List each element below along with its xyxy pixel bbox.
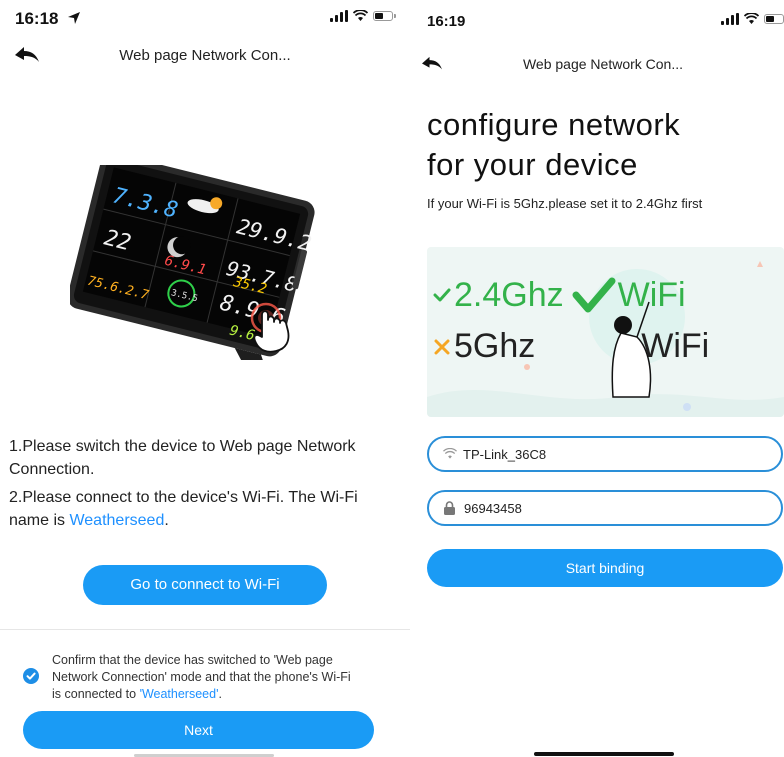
- confirm-ssid: 'Weatherseed': [139, 687, 219, 701]
- location-arrow-icon: [68, 12, 80, 24]
- battery-icon: [373, 11, 396, 21]
- status-indicators: [330, 10, 396, 22]
- wifi-ssid-field[interactable]: TP-Link_36C8: [427, 436, 783, 472]
- band-row-2-4ghz: 2.4Ghz WiFi: [433, 275, 686, 315]
- wifi-ssid-value: TP-Link_36C8: [463, 446, 547, 462]
- instruction-step-2-suffix: .: [164, 512, 169, 529]
- confirm-text-suffix: .: [218, 687, 222, 701]
- checkmark-icon: [26, 672, 36, 680]
- instruction-step-2-text: 2.Please connect to the device's Wi-Fi. …: [9, 489, 358, 529]
- left-phone-screen: 16:18 Web page Network Con... 7.3.8 29.9…: [0, 0, 410, 757]
- back-arrow-icon[interactable]: [14, 46, 40, 64]
- go-to-connect-wifi-button[interactable]: Go to connect to Wi-Fi: [83, 565, 327, 605]
- weather-station-device-image: 7.3.8 29.9.2 22 93.7.8 6.9.1 35.2 75.6.2…: [70, 165, 315, 360]
- band-row-5ghz: 5Ghz WiFi: [433, 327, 709, 366]
- nav-title: Web page Network Con...: [522, 56, 684, 72]
- subtitle: If your Wi-Fi is 5Ghz.please set it to 2…: [427, 196, 703, 211]
- wifi-icon: [443, 448, 457, 459]
- signal-icon: [721, 13, 739, 25]
- confirm-text: Confirm that the device has switched to …: [52, 652, 352, 703]
- instruction-step-2: 2.Please connect to the device's Wi-Fi. …: [9, 486, 389, 532]
- next-button[interactable]: Next: [23, 711, 374, 749]
- check-icon: [433, 288, 451, 302]
- band-row-2-wifi-label: WiFi: [641, 327, 710, 365]
- confirm-checkbox[interactable]: [23, 668, 39, 684]
- band-2-4ghz-label: 2.4Ghz: [454, 275, 564, 314]
- page-heading-line-2: for your device: [427, 147, 638, 182]
- large-check-icon: [572, 277, 616, 313]
- band-5ghz-label: 5Ghz: [454, 327, 536, 365]
- wifi-name-link: Weatherseed: [69, 512, 165, 529]
- home-indicator: [534, 752, 674, 756]
- nav-title: Web page Network Con...: [119, 47, 291, 64]
- start-binding-button[interactable]: Start binding: [427, 549, 783, 587]
- signal-icon: [330, 10, 348, 22]
- status-time: 16:18: [15, 9, 59, 28]
- status-indicators: [721, 13, 784, 25]
- back-arrow-icon[interactable]: [421, 56, 443, 71]
- wifi-password-value: 96943458: [464, 500, 522, 516]
- right-phone-screen: 16:19 Web page Network Con... configure …: [413, 0, 784, 757]
- wifi-password-field[interactable]: 96943458: [427, 490, 783, 526]
- band-illustration: 2.4Ghz WiFi 5Ghz WiFi: [427, 247, 784, 417]
- page-heading: configure network for your device: [427, 105, 680, 185]
- page-heading-line-1: configure network: [427, 107, 681, 142]
- band-row-1-wifi-label: WiFi: [617, 275, 686, 314]
- status-time: 16:19: [427, 13, 466, 30]
- status-bar: 16:18: [0, 0, 410, 34]
- status-bar: 16:19: [413, 0, 784, 34]
- divider: [0, 629, 410, 630]
- wifi-status-icon: [353, 10, 368, 21]
- lock-icon: [444, 501, 455, 515]
- instruction-step-1: 1.Please switch the device to Web page N…: [9, 438, 356, 478]
- cross-icon: [434, 339, 450, 354]
- battery-icon: [764, 14, 784, 24]
- wifi-status-icon: [744, 13, 759, 24]
